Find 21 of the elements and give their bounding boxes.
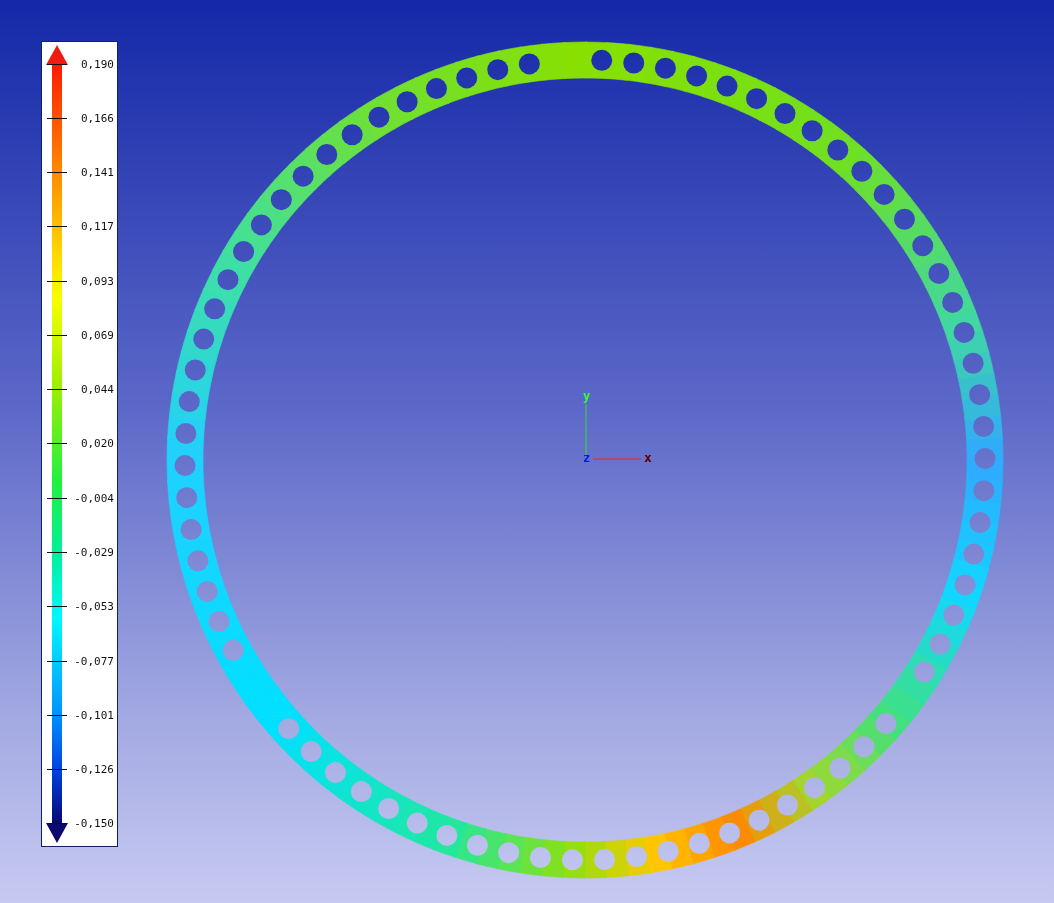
scale-value: 0,117 <box>80 220 114 234</box>
scale-value: -0,077 <box>74 654 114 668</box>
scale-value: -0,126 <box>74 763 114 777</box>
y-axis-label: y <box>583 390 591 402</box>
scale-value: -0,101 <box>74 708 114 722</box>
scale-value: 0,166 <box>80 111 114 125</box>
down-arrow-icon <box>46 823 68 843</box>
x-axis-label: x <box>644 452 652 464</box>
scale-value: -0,004 <box>74 491 114 505</box>
scale-value: 0,069 <box>80 328 114 342</box>
scale-value: 0,044 <box>80 383 114 397</box>
scale-value: -0,029 <box>74 546 114 560</box>
z-axis-label: z <box>583 452 591 464</box>
up-arrow-icon <box>46 45 68 65</box>
scale-value: -0,150 <box>74 817 114 831</box>
scale-value: 0,020 <box>80 437 114 451</box>
scale-value: -0,053 <box>74 600 114 614</box>
scale-value: 0,190 <box>80 57 114 71</box>
axis-triad-drawing <box>585 403 642 460</box>
scale-value: 0,141 <box>80 166 114 180</box>
scale-value: 0,093 <box>80 274 114 288</box>
